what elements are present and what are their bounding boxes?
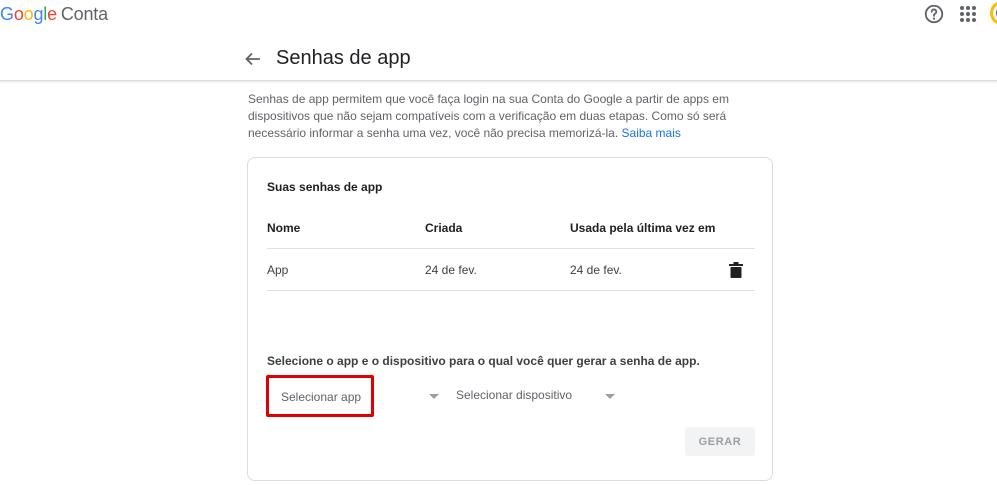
row-created-date: 24 de fev.	[425, 263, 477, 277]
app-passwords-card: Suas senhas de app Nome Criada Usada pel…	[247, 157, 773, 481]
logo-product-name: Conta	[60, 4, 108, 24]
column-header-name: Nome	[267, 221, 301, 235]
logo-letter-g: G	[0, 4, 14, 24]
back-arrow-icon[interactable]	[244, 50, 262, 68]
logo-letter-e: e	[47, 4, 57, 24]
intro-paragraph: Senhas de app permitem que você faça log…	[248, 91, 778, 142]
row-app-name: App	[267, 263, 289, 277]
apps-grid-icon[interactable]	[958, 4, 978, 24]
logo-letter-o1: o	[13, 4, 24, 24]
google-account-logo[interactable]: Google Conta	[0, 4, 108, 25]
delete-trash-icon[interactable]	[729, 262, 743, 278]
logo-letter-o2: o	[23, 4, 34, 24]
row-last-used-date: 24 de fev.	[570, 263, 622, 277]
learn-more-link[interactable]: Saiba mais	[622, 126, 681, 140]
table-divider	[267, 248, 755, 249]
section-title: Suas senhas de app	[267, 180, 383, 194]
page-header: Senhas de app	[0, 30, 997, 81]
generate-prompt: Selecione o app e o dispositivo para o q…	[267, 354, 700, 368]
column-header-last-used: Usada pela última vez em	[570, 221, 716, 235]
column-header-created: Criada	[425, 221, 463, 235]
help-icon[interactable]	[923, 3, 945, 25]
select-device-dropdown[interactable]: Selecionar dispositivo	[456, 388, 572, 402]
select-app-chevron-down-icon[interactable]	[429, 394, 439, 399]
page-title: Senhas de app	[276, 47, 411, 69]
logo-letter-g2: g	[33, 4, 44, 24]
top-bar: Google Conta	[0, 0, 997, 30]
select-app-label: Selecionar app	[281, 390, 362, 404]
select-app-dropdown[interactable]: Selecionar app	[266, 375, 374, 417]
generate-button[interactable]: GERAR	[685, 427, 755, 456]
table-divider-bottom	[267, 290, 755, 291]
select-device-chevron-down-icon[interactable]	[605, 394, 615, 399]
avatar[interactable]	[989, 0, 997, 26]
